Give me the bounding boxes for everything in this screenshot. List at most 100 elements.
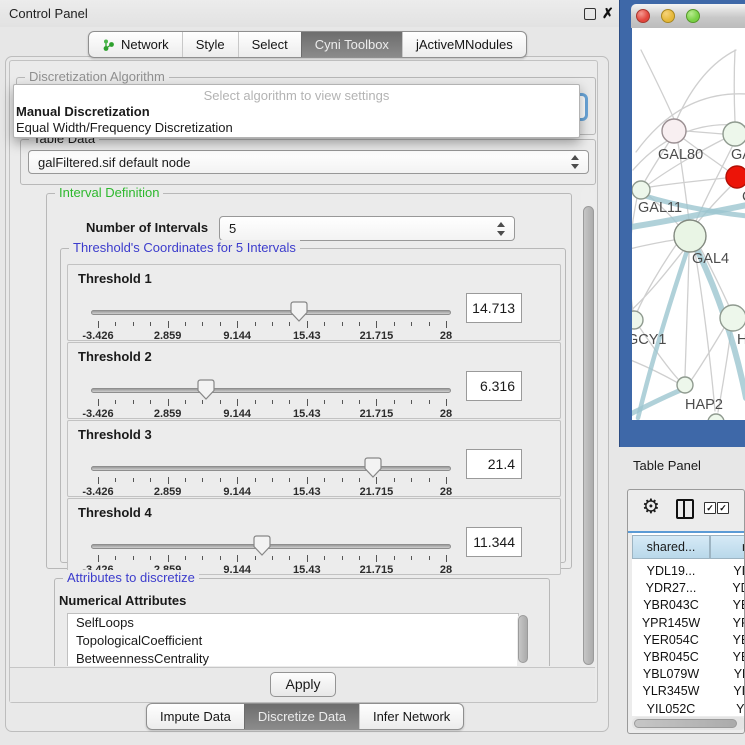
attributes-list-scrollbar[interactable] xyxy=(517,614,529,666)
table-horizontal-scrollbar[interactable] xyxy=(632,717,745,730)
network-node[interactable] xyxy=(708,414,724,420)
tab-label: Network xyxy=(121,37,169,52)
slider-thumb[interactable] xyxy=(364,457,382,478)
window-title: Control Panel xyxy=(9,6,88,21)
checkbox-icon-2[interactable]: ✓ xyxy=(717,502,729,514)
table-row[interactable]: YDL19...YDL1 xyxy=(632,563,745,580)
network-node-gcy1[interactable] xyxy=(632,311,643,329)
network-node-h[interactable] xyxy=(720,305,745,331)
table-row[interactable]: YLR345WYLR3 xyxy=(632,683,745,700)
network-edge[interactable] xyxy=(641,50,674,119)
attribute-list-item[interactable]: TopologicalCoefficient xyxy=(68,632,518,650)
threshold-slider[interactable]: -3.4262.8599.14415.4321.71528 xyxy=(88,299,498,339)
network-icon xyxy=(102,38,115,52)
network-window-titlebar[interactable] xyxy=(631,4,745,28)
table-row[interactable]: YPR145WYPR1 xyxy=(632,615,745,632)
network-node-c[interactable] xyxy=(726,166,745,188)
column-header-name[interactable]: na xyxy=(710,535,745,559)
slider-thumb[interactable] xyxy=(290,301,308,322)
combobox-arrows-icon xyxy=(571,155,580,169)
popup-option-equal-width-frequency[interactable]: Equal Width/Frequency Discretization xyxy=(16,120,233,135)
tab-style[interactable]: Style xyxy=(182,32,238,57)
table-row[interactable]: YDR27...YDR2 xyxy=(632,580,745,597)
column-header-shared-name[interactable]: shared... xyxy=(632,535,710,559)
threshold-value-field[interactable]: 6.316 xyxy=(466,371,522,401)
network-node-label: GA xyxy=(731,147,745,163)
tab-jactivemnodules[interactable]: jActiveMNodules xyxy=(402,32,526,57)
threshold-value-field[interactable]: 14.713 xyxy=(466,293,522,323)
threshold-panel-3: Threshold 3-3.4262.8599.14415.4321.71528… xyxy=(67,420,561,497)
network-node-hap2[interactable] xyxy=(677,377,693,393)
cell-shared-name: YBR043C xyxy=(632,597,710,614)
tab-select[interactable]: Select xyxy=(238,32,301,57)
table-row[interactable]: YER054CYER0 xyxy=(632,632,745,649)
table-row[interactable]: YBR045CYBR0 xyxy=(632,649,745,666)
threshold-slider[interactable]: -3.4262.8599.14415.4321.71528 xyxy=(88,455,498,495)
close-icon[interactable]: ✗ xyxy=(602,5,614,22)
slider-thumb[interactable] xyxy=(197,379,215,400)
network-edge[interactable] xyxy=(686,131,723,134)
slider-track[interactable] xyxy=(91,544,451,549)
attribute-list-item[interactable]: SelfLoops xyxy=(68,614,518,632)
network-edge[interactable] xyxy=(734,50,735,122)
number-of-intervals-combobox[interactable]: 5 xyxy=(219,216,515,241)
table-row[interactable]: YBR043CYBR0 xyxy=(632,597,745,614)
network-view-canvas[interactable]: GAL80GACGAL11GAL4GCY1HHAP2 xyxy=(632,28,745,420)
network-node-gal80[interactable] xyxy=(662,119,686,143)
attribute-list-item[interactable]: BetweennessCentrality xyxy=(68,650,518,666)
cell-shared-name: YBL079W xyxy=(632,666,710,683)
threshold-value-field[interactable]: 21.4 xyxy=(466,449,522,479)
float-window-icon[interactable] xyxy=(584,8,596,20)
cell-name: YBR0 xyxy=(710,597,745,614)
tab-network[interactable]: Network xyxy=(89,32,182,57)
minimize-traffic-light-icon[interactable] xyxy=(661,9,675,23)
slider-scale-label: 21.715 xyxy=(346,486,406,498)
slider-scale-label: 15.43 xyxy=(277,330,337,342)
tab-cyni-toolbox[interactable]: Cyni Toolbox xyxy=(301,32,402,57)
slider-track[interactable] xyxy=(91,466,451,471)
cell-shared-name: YLR345W xyxy=(632,683,710,700)
settings-scroll-viewport[interactable]: Interval Definition Number of Intervals … xyxy=(46,186,580,666)
tab-infer-network[interactable]: Infer Network xyxy=(359,704,463,729)
tab-impute-data[interactable]: Impute Data xyxy=(147,704,244,729)
bottom-tab-bar: Impute DataDiscretize DataInfer Network xyxy=(146,703,464,730)
checkbox-icon-1[interactable]: ✓ xyxy=(704,502,716,514)
apply-button[interactable]: Apply xyxy=(270,672,336,697)
column-layout-icon[interactable] xyxy=(676,499,694,519)
network-edge[interactable] xyxy=(685,253,689,376)
table-row[interactable]: YBL079WYBL0 xyxy=(632,666,745,683)
threshold-panel-4: Threshold 4-3.4262.8599.14415.4321.71528… xyxy=(67,498,561,575)
close-traffic-light-icon[interactable] xyxy=(636,9,650,23)
network-edge[interactable] xyxy=(692,328,724,379)
network-edge[interactable] xyxy=(632,240,674,251)
network-edge[interactable] xyxy=(632,198,637,311)
slider-track[interactable] xyxy=(91,310,451,315)
network-edge[interactable] xyxy=(697,187,730,223)
threshold-value-field[interactable]: 11.344 xyxy=(466,527,522,557)
slider-thumb[interactable] xyxy=(253,535,271,556)
popup-option-manual-discretization[interactable]: Manual Discretization xyxy=(16,104,150,119)
network-node-label: H xyxy=(737,332,745,348)
thresholds-group-title: Threshold's Coordinates for 5 Intervals xyxy=(69,240,300,255)
network-node-gal11[interactable] xyxy=(632,181,650,199)
network-node-label: HAP2 xyxy=(685,397,723,413)
table-row[interactable]: YIL052CYIL0 xyxy=(632,701,745,716)
slider-track[interactable] xyxy=(91,388,451,393)
network-node-ga[interactable] xyxy=(723,122,745,146)
slider-scale-label: 9.144 xyxy=(207,564,267,576)
algorithm-dropdown-popup: Select algorithm to view settings Manual… xyxy=(13,84,580,138)
threshold-slider[interactable]: -3.4262.8599.14415.4321.71528 xyxy=(88,533,498,573)
settings-vertical-scrollbar[interactable] xyxy=(581,187,595,691)
table-settings-gear-icon[interactable]: ⚙ xyxy=(642,496,660,516)
zoom-traffic-light-icon[interactable] xyxy=(686,9,700,23)
table-data-combobox[interactable]: galFiltered.sif default node xyxy=(28,150,589,174)
attributes-group: Attributes to discretize Numerical Attri… xyxy=(54,578,550,666)
threshold-slider[interactable]: -3.4262.8599.14415.4321.71528 xyxy=(88,377,498,417)
tab-label: jActiveMNodules xyxy=(416,37,513,52)
cell-name: YDR2 xyxy=(710,580,745,597)
thresholds-group: Threshold's Coordinates for 5 Intervals … xyxy=(60,248,566,563)
network-edge[interactable] xyxy=(677,50,736,119)
tab-discretize-data[interactable]: Discretize Data xyxy=(244,704,359,729)
network-node-gal4[interactable] xyxy=(674,220,706,252)
numerical-attributes-list[interactable]: SelfLoopsTopologicalCoefficientBetweenne… xyxy=(67,613,519,666)
